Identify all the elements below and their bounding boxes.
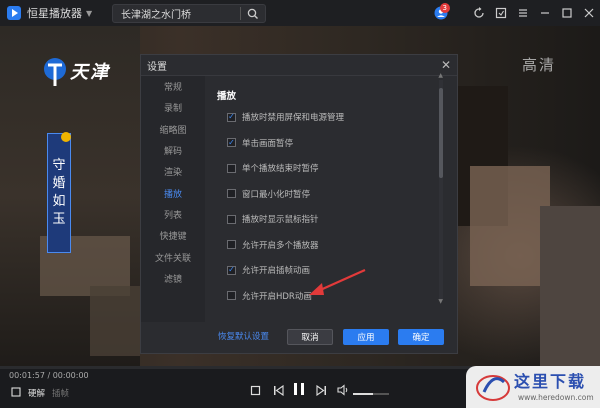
close-icon[interactable] bbox=[578, 0, 600, 26]
nav-item-filter[interactable]: 滤镜 bbox=[141, 268, 205, 289]
option-label: 播放时显示鼠标指针 bbox=[242, 215, 319, 225]
scrollbar[interactable] bbox=[439, 80, 443, 300]
nav-item-record[interactable]: 录制 bbox=[141, 97, 205, 118]
scroll-down-icon[interactable]: ▼ bbox=[438, 298, 443, 305]
previous-icon[interactable] bbox=[271, 383, 285, 397]
minimize-icon[interactable] bbox=[534, 0, 556, 26]
cancel-button[interactable]: 取消 bbox=[287, 329, 333, 345]
screenshot-icon[interactable] bbox=[490, 0, 512, 26]
show-title-char: 玉 bbox=[52, 212, 66, 227]
time-display: 00:01:57 / 00:00:00 bbox=[9, 371, 89, 380]
volume-fill bbox=[353, 393, 373, 395]
stop-icon[interactable] bbox=[248, 383, 262, 397]
option-disable-screensaver[interactable]: ✓ 播放时禁用屏保和电源管理 bbox=[227, 111, 344, 123]
dialog-title: 设置 bbox=[147, 61, 167, 73]
watermark-text: 这里下载 bbox=[514, 372, 587, 391]
option-label: 允许开启HDR动画 bbox=[242, 291, 312, 302]
playlist-icon[interactable] bbox=[9, 385, 23, 399]
pause-icon[interactable] bbox=[290, 380, 308, 398]
nav-item-render[interactable]: 渲染 bbox=[141, 161, 205, 182]
channel-name: 天津 bbox=[70, 62, 110, 83]
option-label: 窗口最小化时暂停 bbox=[242, 189, 311, 200]
option-show-cursor[interactable]: 播放时显示鼠标指针 bbox=[227, 213, 319, 225]
video-blur-patch bbox=[540, 206, 600, 366]
tv-channel-logo-icon bbox=[44, 58, 66, 86]
apply-button[interactable]: 应用 bbox=[343, 329, 389, 345]
checkbox[interactable]: ✓ bbox=[227, 138, 236, 147]
checkbox[interactable] bbox=[227, 240, 236, 249]
frame-interp-toggle[interactable]: 插帧 bbox=[52, 387, 69, 399]
next-icon[interactable] bbox=[314, 383, 328, 397]
nav-item-shortcuts[interactable]: 快捷键 bbox=[141, 225, 205, 246]
show-title-badge: 守 婚 如 玉 bbox=[47, 133, 71, 253]
nav-item-playback[interactable]: 播放 bbox=[141, 182, 205, 203]
watermark-logo-icon bbox=[476, 375, 510, 401]
dialog-header: 设置 ✕ bbox=[141, 55, 457, 76]
chevron-down-icon[interactable]: ▼ bbox=[86, 9, 92, 18]
menu-icon[interactable] bbox=[512, 0, 534, 26]
settings-dialog: 设置 ✕ 常规 录制 缩略图 解码 渲染 播放 列表 快捷键 文件关联 滤镜 播… bbox=[140, 54, 458, 354]
checkbox[interactable] bbox=[227, 163, 236, 173]
volume-icon[interactable] bbox=[336, 383, 350, 397]
checkbox[interactable]: ✓ bbox=[227, 112, 236, 122]
notification-badge: 3 bbox=[439, 3, 450, 13]
option-hdr[interactable]: 允许开启HDR动画 bbox=[227, 290, 312, 302]
nav-item-file-assoc[interactable]: 文件关联 bbox=[141, 246, 205, 267]
video-blur-patch bbox=[90, 286, 140, 356]
option-pause-minimized[interactable]: 窗口最小化时暂停 bbox=[227, 188, 310, 200]
nav-item-list[interactable]: 列表 bbox=[141, 204, 205, 225]
hardware-decode-toggle[interactable]: 硬解 bbox=[28, 387, 45, 399]
app-title: 恒星播放器 bbox=[27, 7, 82, 20]
window-controls: 3 bbox=[430, 0, 600, 26]
dialog-body: 常规 录制 缩略图 解码 渲染 播放 列表 快捷键 文件关联 滤镜 播放 ✓ 播… bbox=[141, 72, 457, 322]
checkbox[interactable] bbox=[227, 214, 236, 224]
nav-item-thumbnail[interactable]: 缩略图 bbox=[141, 119, 205, 140]
video-blur-patch bbox=[470, 166, 550, 286]
watermark-url: www.heredown.com bbox=[518, 393, 594, 402]
option-click-pause[interactable]: ✓ 单击画面暂停 bbox=[227, 137, 293, 149]
nav-item-decode[interactable]: 解码 bbox=[141, 140, 205, 161]
nav-item-general[interactable]: 常规 bbox=[141, 76, 205, 97]
site-watermark: 这里下载 www.heredown.com bbox=[466, 366, 600, 408]
settings-nav: 常规 录制 缩略图 解码 渲染 播放 列表 快捷键 文件关联 滤镜 bbox=[141, 76, 205, 322]
option-pause-at-end[interactable]: 单个播放结束时暂停 bbox=[227, 162, 319, 174]
checkbox[interactable]: ✓ bbox=[227, 265, 236, 275]
show-title-char: 守 bbox=[52, 158, 66, 173]
option-label: 允许开启多个播放器 bbox=[242, 240, 319, 251]
hd-label: 高清 bbox=[522, 56, 557, 74]
app-logo-icon bbox=[7, 6, 21, 20]
checkbox[interactable] bbox=[227, 291, 236, 300]
section-title: 播放 bbox=[217, 91, 237, 102]
scroll-thumb[interactable] bbox=[439, 88, 443, 178]
ok-button[interactable]: 确定 bbox=[398, 329, 444, 345]
dialog-footer: 恢复默认设置 取消 应用 确定 bbox=[141, 321, 457, 353]
checkbox[interactable] bbox=[227, 189, 236, 198]
title-bar: 恒星播放器 ▼ 长津湖之水门桥 3 bbox=[0, 0, 600, 26]
settings-content: 播放 ✓ 播放时禁用屏保和电源管理 ✓ 单击画面暂停 单个播放结束时暂停 窗口最… bbox=[209, 72, 445, 322]
option-frame-interpolation[interactable]: ✓ 允许开启插帧动画 bbox=[227, 264, 310, 276]
close-icon[interactable]: ✕ bbox=[441, 58, 451, 72]
scroll-up-icon[interactable]: ▲ bbox=[438, 72, 443, 79]
volume-slider[interactable] bbox=[353, 393, 389, 395]
search-icon[interactable] bbox=[241, 8, 265, 20]
restore-defaults-link[interactable]: 恢复默认设置 bbox=[218, 330, 269, 342]
option-label: 单个播放结束时暂停 bbox=[242, 164, 319, 174]
show-title-dot bbox=[61, 132, 71, 142]
refresh-icon[interactable] bbox=[468, 0, 490, 26]
maximize-icon[interactable] bbox=[556, 0, 578, 26]
option-label: 单击画面暂停 bbox=[242, 138, 294, 149]
option-multi-instance[interactable]: 允许开启多个播放器 bbox=[227, 239, 319, 251]
show-title-char: 如 bbox=[52, 194, 66, 209]
search-input[interactable]: 长津湖之水门桥 bbox=[113, 6, 240, 21]
search-box[interactable]: 长津湖之水门桥 bbox=[112, 4, 266, 23]
option-label: 允许开启插帧动画 bbox=[242, 266, 311, 276]
show-title-char: 婚 bbox=[52, 176, 66, 191]
user-icon[interactable]: 3 bbox=[430, 0, 452, 26]
option-label: 播放时禁用屏保和电源管理 bbox=[242, 113, 345, 123]
